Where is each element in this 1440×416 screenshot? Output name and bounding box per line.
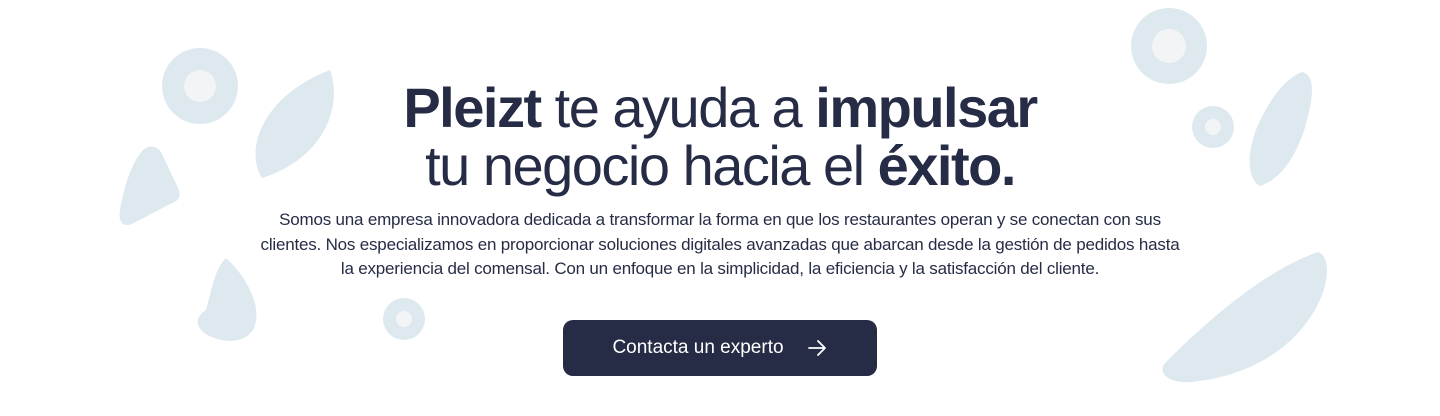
headline-text: te ayuda a xyxy=(540,76,816,139)
headline-text: tu negocio hacia el xyxy=(425,134,878,197)
hero-section: Pleizt te ayuda a impulsar tu negocio ha… xyxy=(0,0,1440,416)
headline-emphasis: éxito. xyxy=(877,134,1017,197)
contact-expert-button[interactable]: Contacta un experto xyxy=(563,320,877,376)
headline-line-2: tu negocio hacia el éxito. xyxy=(0,137,1440,195)
headline-line-1: Pleizt te ayuda a impulsar xyxy=(0,79,1440,137)
arrow-right-icon xyxy=(807,340,826,356)
hero-description: Somos una empresa innovadora dedicada a … xyxy=(260,210,1180,278)
headline-emphasis: impulsar xyxy=(815,76,1038,139)
brand-name: Pleizt xyxy=(403,76,542,139)
contact-expert-label: Contacta un experto xyxy=(612,337,784,358)
